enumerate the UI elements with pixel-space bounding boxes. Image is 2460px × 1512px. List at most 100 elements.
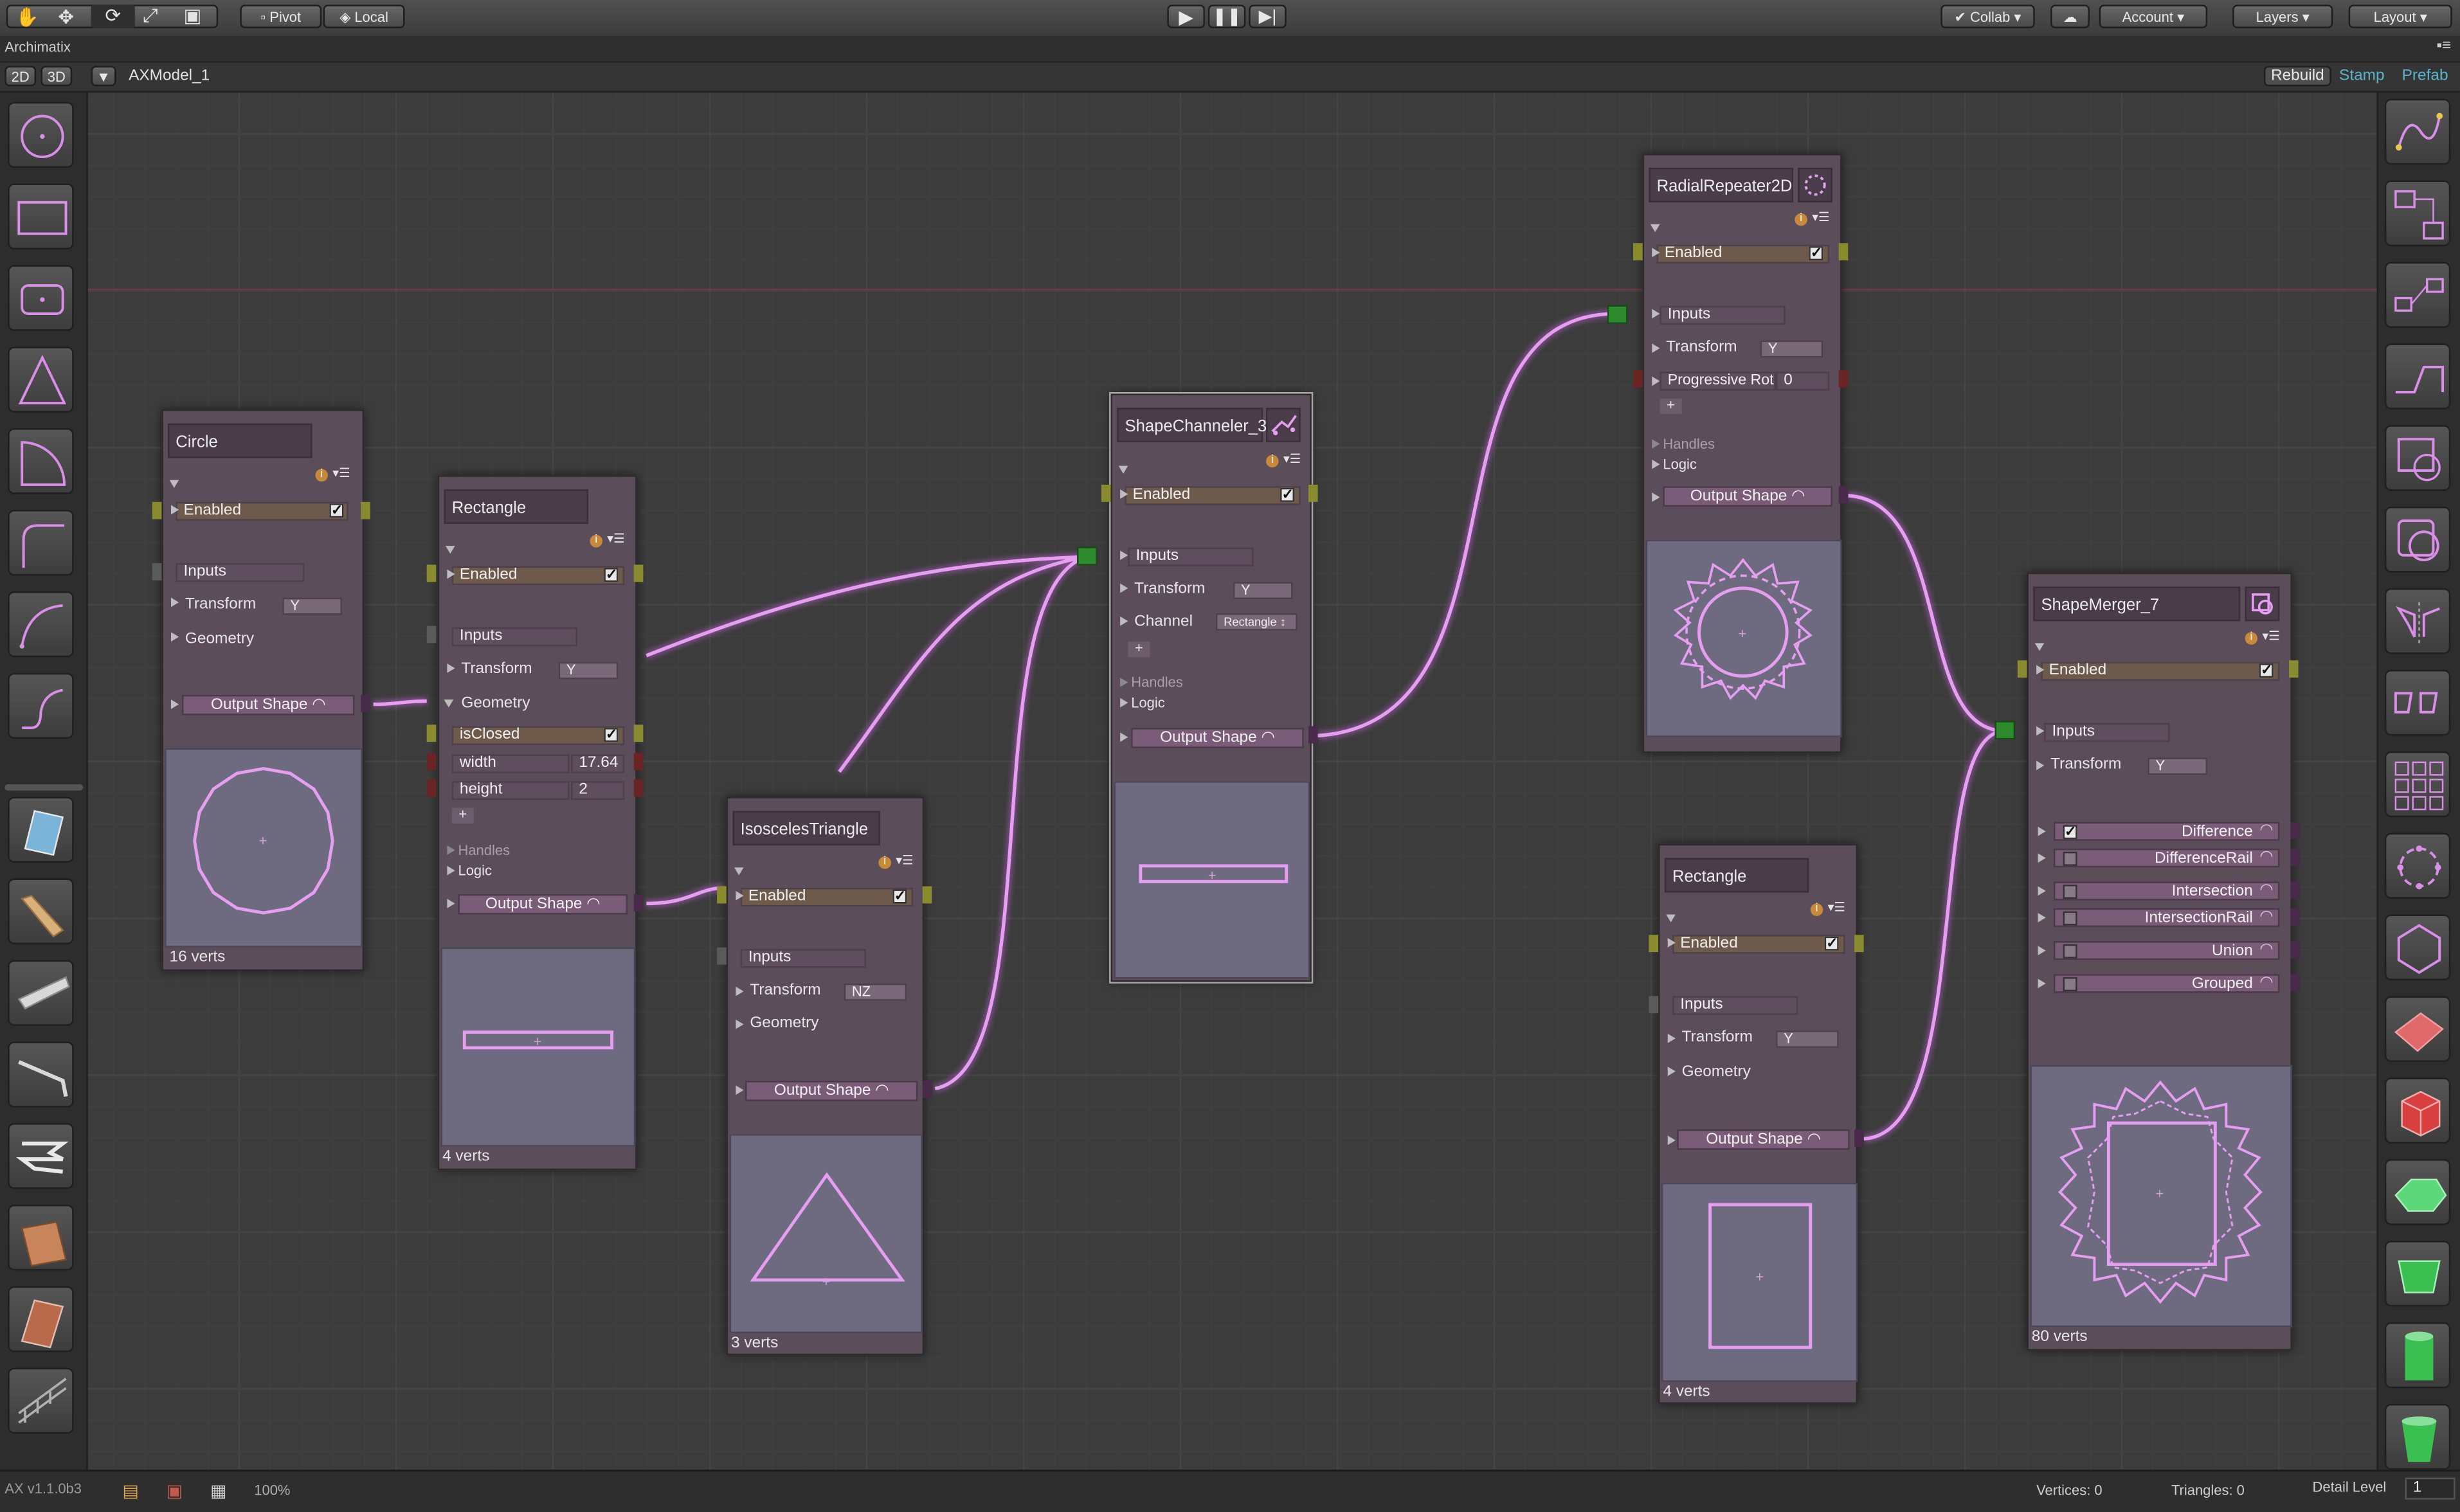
node-title-box[interactable]: RadialRepeater2D [1649,168,1793,203]
palette-icon[interactable]: ▣ [167,1480,183,1501]
node-menu-icon[interactable]: ▾☰ [1812,210,1829,224]
zoom-level[interactable]: 100% [254,1482,290,1498]
info-icon[interactable]: i [878,856,891,869]
expand-icon[interactable] [170,699,179,709]
enabled-toggle[interactable]: Enabled [2041,662,2280,681]
rail-stair-icon[interactable] [8,1286,74,1353]
info-icon[interactable]: i [2245,632,2258,645]
enabled-checkbox[interactable]: ✓ [2259,663,2274,678]
enabled-checkbox[interactable]: ✓ [329,503,344,518]
merger-output-checkbox[interactable] [2063,911,2077,926]
triangle-shape-icon[interactable] [8,346,74,413]
input-port[interactable] [152,562,162,580]
inputs-section[interactable]: Inputs [2044,723,2170,742]
enabled-checkbox[interactable]: ✓ [1809,246,1823,261]
expand-icon[interactable] [2038,826,2046,836]
expand-icon[interactable] [1652,309,1660,319]
collapse-icon[interactable] [444,699,454,708]
inputs-section[interactable]: Inputs [740,949,866,968]
expand-icon[interactable] [170,597,179,608]
collapse-icon[interactable] [1650,224,1660,233]
expand-icon[interactable] [1652,492,1660,502]
info-icon[interactable]: i [1266,455,1279,468]
merger-output-row[interactable]: DifferenceRail ◠ [2038,849,2280,868]
enabled-toggle[interactable]: Enabled [740,888,914,907]
input-port[interactable] [426,753,437,771]
mirror-icon[interactable] [2384,588,2451,654]
grid-repeater-2d-icon[interactable] [2384,751,2451,818]
enabled-toggle[interactable]: Enabled [1125,486,1301,505]
expand-icon[interactable] [1120,732,1128,742]
merger-output-checkbox[interactable] [2063,885,2077,899]
step-shape-icon[interactable] [8,672,74,739]
expand-icon[interactable] [1667,938,1676,948]
expand-icon[interactable] [1120,616,1128,626]
output-port[interactable] [1854,1129,1864,1147]
inputs-section[interactable]: Inputs [451,627,577,647]
shape-channeler-node[interactable]: ShapeChanneler_3 i ▾☰ Enabled ✓ Inputs T… [1109,392,1314,984]
expand-icon[interactable] [1120,550,1128,561]
output-port[interactable] [633,564,644,582]
arc-shape-icon[interactable] [8,428,74,494]
input-port[interactable] [2017,660,2027,678]
isclosed-toggle[interactable]: isClosed [451,726,625,745]
merger-output-checkbox[interactable] [2063,851,2077,866]
input-port[interactable] [426,724,437,742]
merger-output-row[interactable]: IntersectionRail ◠ [2038,908,2280,928]
merger-output-row[interactable]: Intersection ◠ [2038,881,2280,901]
input-port[interactable] [426,779,437,797]
isclosed-checkbox[interactable]: ✓ [604,727,619,742]
output-shape-button[interactable]: Output Shape ◠ [1663,486,1832,507]
expand-icon[interactable] [447,865,455,876]
expand-icon[interactable] [1667,1135,1676,1146]
input-port[interactable] [1649,996,1659,1014]
expand-icon[interactable] [1652,343,1660,353]
plane-icon[interactable] [2384,996,2451,1062]
input-port[interactable] [426,626,437,644]
merger-output-checkbox[interactable] [2063,977,2077,992]
transform-axis-dropdown[interactable]: Y [1233,582,1293,600]
path-shape-icon[interactable] [2384,343,2451,410]
output-port[interactable] [2290,849,2301,866]
expand-icon[interactable] [1120,489,1128,499]
add-parameter-button[interactable]: + [1128,641,1150,658]
transform-axis-dropdown[interactable]: Y [558,662,619,680]
polygon-icon[interactable] [2384,1159,2451,1225]
circle-node[interactable]: Circle i ▾☰ Enabled ✓ Inputs Transform Y… [161,409,365,971]
spline-icon[interactable] [2384,98,2451,165]
output-shape-button[interactable]: Output Shape ◠ [745,1081,918,1101]
box-icon[interactable] [2384,1077,2451,1144]
collapse-icon[interactable] [1666,914,1676,923]
library-icon[interactable]: ▤ [122,1480,138,1501]
circle-shape-icon[interactable] [8,102,74,168]
output-port[interactable] [1838,243,1849,261]
lathe-icon[interactable] [2384,1403,2451,1470]
inputs-section[interactable]: Inputs [176,562,305,582]
inputs-section[interactable]: Inputs [1672,996,1798,1015]
expand-icon[interactable] [447,569,455,579]
output-shape-button[interactable]: Output Shape ◠ [1131,728,1304,748]
merger-output-row[interactable]: ✓ Difference ◠ [2038,822,2280,841]
output-port[interactable] [1838,486,1849,504]
enabled-checkbox[interactable]: ✓ [604,567,619,582]
enabled-toggle[interactable]: Enabled [451,566,625,586]
transform-axis-dropdown[interactable]: NZ [844,983,907,1001]
merger-output-row[interactable]: Grouped ◠ [2038,974,2280,993]
input-port[interactable] [717,947,727,965]
curve-shape-icon[interactable] [8,591,74,658]
collapse-icon[interactable] [734,867,744,876]
node-title-box[interactable]: Rectangle [1664,858,1809,893]
enabled-toggle[interactable]: Enabled [1656,244,1830,264]
expand-icon[interactable] [1652,459,1660,469]
node-menu-icon[interactable]: ▾☰ [607,532,624,546]
expand-icon[interactable] [1667,1066,1676,1076]
stacked-layers-icon[interactable] [8,1123,74,1189]
output-port[interactable] [2290,908,2301,926]
output-port[interactable] [633,894,644,912]
node-menu-icon[interactable]: ▾☰ [1828,901,1845,915]
input-port[interactable] [426,564,437,582]
rectangle-node-2[interactable]: Rectangle i ▾☰ Enabled ✓ Inputs Transfor… [1658,843,1858,1404]
spiral-stair-icon[interactable] [8,1204,74,1271]
grid-repeater-icon[interactable] [2384,262,2451,328]
expand-icon[interactable] [736,1020,744,1029]
